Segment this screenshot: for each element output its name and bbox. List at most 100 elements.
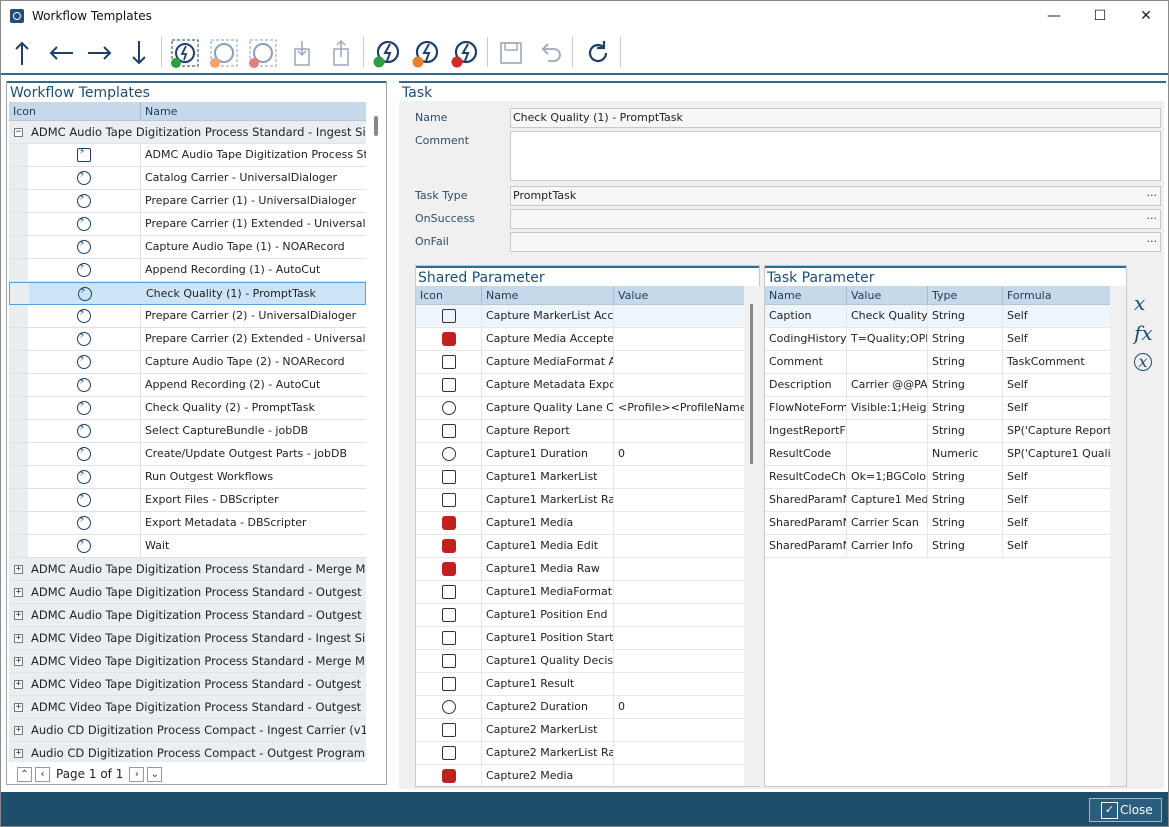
template-group[interactable]: + Audio CD Digitization Process Compact -… — [9, 719, 366, 742]
shared-scrollbar[interactable] — [744, 286, 760, 786]
task-param-row[interactable]: FlowNoteFormatVisible:1;HeightStringSelf — [765, 397, 1110, 420]
shared-param-row[interactable]: Capture1 Media Raw — [416, 558, 744, 581]
expand-icon[interactable]: + — [14, 610, 23, 620]
save-icon[interactable] — [493, 35, 529, 71]
add-task-icon[interactable] — [369, 35, 405, 71]
template-group[interactable]: + ADMC Video Tape Digitization Process St… — [9, 627, 366, 650]
task-param-row[interactable]: Comment String TaskComment — [765, 351, 1110, 374]
shared-param-row[interactable]: Capture MarkerList Accepted — [416, 305, 744, 328]
task-param-row[interactable]: SharedParamNameCarrier ScanStringSelf — [765, 512, 1110, 535]
task-row[interactable]: Catalog Carrier - UniversalDialoger — [9, 167, 366, 190]
task-row[interactable]: Export Metadata - DBScripter — [9, 512, 366, 535]
template-group[interactable]: + ADMC Video Tape Digitization Process St… — [9, 673, 366, 696]
move-left-icon[interactable] — [43, 35, 79, 71]
column-header-name[interactable]: Name — [141, 102, 366, 120]
shared-param-row[interactable]: Capture2 MarkerList Raw — [416, 742, 744, 765]
expand-icon[interactable]: + — [14, 748, 23, 758]
task-row[interactable]: ADMC Audio Tape Digitization Process Sta… — [9, 144, 366, 167]
task-row[interactable]: Export Files - DBScripter — [9, 489, 366, 512]
task-param-row[interactable]: Caption Check Quality (String Self — [765, 305, 1110, 328]
expand-icon[interactable]: + — [14, 725, 23, 735]
task-row[interactable]: Capture Audio Tape (2) - NOARecord — [9, 351, 366, 374]
shared-param-row[interactable]: Capture1 Position End — [416, 604, 744, 627]
task-param-row[interactable]: ResultCodeNumericSP('Capture1 Quality — [765, 443, 1110, 466]
close-window-button[interactable]: ✕ — [1123, 1, 1168, 31]
task-row[interactable]: Prepare Carrier (1) Extended - Universal… — [9, 213, 366, 236]
shared-param-row[interactable]: Capture1 Duration 0 — [416, 443, 744, 466]
expand-icon[interactable]: + — [14, 587, 23, 597]
shared-param-row[interactable]: Capture1 Media — [416, 512, 744, 535]
undo-icon[interactable] — [532, 35, 568, 71]
template-group[interactable]: + ADMC Audio Tape Digitization Process St… — [9, 581, 366, 604]
task-param-row[interactable]: CodingHistoryRuleT=Quality;OPN:StringSel… — [765, 328, 1110, 351]
tree-scrollbar[interactable] — [368, 102, 384, 762]
shared-param-row[interactable]: Capture Media Accepted — [416, 328, 744, 351]
delete-task-icon[interactable] — [447, 35, 483, 71]
template-group[interactable]: + Audio CD Digitization Process Compact -… — [9, 742, 366, 762]
delete-template-icon[interactable] — [245, 35, 281, 71]
task-row[interactable]: Prepare Carrier (2) Extended - Universal… — [9, 328, 366, 351]
expand-icon[interactable]: + — [14, 633, 23, 643]
refresh-icon[interactable] — [580, 35, 616, 71]
variable-icon[interactable]: 𝑥 — [1134, 291, 1145, 315]
move-up-icon[interactable] — [4, 35, 40, 71]
shared-param-row[interactable]: Capture1 Quality Decision — [416, 650, 744, 673]
task-row[interactable]: Prepare Carrier (1) - UniversalDialoger — [9, 190, 366, 213]
shared-param-row[interactable]: Capture Metadata Exported — [416, 374, 744, 397]
close-button[interactable]: Close — [1089, 798, 1162, 822]
task-row[interactable]: Capture Audio Tape (1) - NOARecord — [9, 236, 366, 259]
task-row[interactable]: Prepare Carrier (2) - UniversalDialoger — [9, 305, 366, 328]
move-right-icon[interactable] — [82, 35, 118, 71]
shared-param-row[interactable]: Capture1 Result — [416, 673, 744, 696]
shared-param-row[interactable]: Capture2 MarkerList — [416, 719, 744, 742]
template-group[interactable]: + ADMC Audio Tape Digitization Process St… — [9, 558, 366, 581]
shared-param-row[interactable]: Capture Report — [416, 420, 744, 443]
name-field[interactable]: Check Quality (1) - PromptTask — [510, 108, 1161, 128]
expand-icon[interactable]: + — [14, 656, 23, 666]
expand-icon[interactable]: + — [14, 564, 23, 574]
task-row[interactable]: Select CaptureBundle - jobDB — [9, 420, 366, 443]
prev-page-button[interactable]: ‹ — [35, 766, 50, 782]
on-fail-field[interactable]: ··· — [510, 232, 1161, 252]
add-template-icon[interactable] — [167, 35, 203, 71]
move-down-icon[interactable] — [121, 35, 157, 71]
import-icon[interactable] — [284, 35, 320, 71]
on-success-field[interactable]: ··· — [510, 209, 1161, 229]
template-group-expanded[interactable]: − ADMC Audio Tape Digitization Process S… — [9, 121, 366, 144]
expand-icon[interactable]: + — [14, 702, 23, 712]
shared-param-row[interactable]: Capture2 Media — [416, 765, 744, 788]
maximize-button[interactable]: ☐ — [1077, 1, 1123, 31]
task-row[interactable]: Check Quality (1) - PromptTask — [9, 282, 366, 305]
task-param-row[interactable]: SharedParamNameCarrier InfoStringSelf — [765, 535, 1110, 558]
shared-param-row[interactable]: Capture Quality Lane Config<Profile><Pro… — [416, 397, 744, 420]
collapse-icon[interactable]: − — [14, 127, 23, 137]
first-page-button[interactable]: ⌃ — [17, 766, 32, 782]
taskparam-scrollbar[interactable] — [1110, 286, 1126, 786]
comment-field[interactable] — [510, 131, 1161, 181]
template-group[interactable]: + ADMC Video Tape Digitization Process St… — [9, 696, 366, 719]
shared-param-row[interactable]: Capture2 Duration 0 — [416, 696, 744, 719]
task-row[interactable]: Create/Update Outgest Parts - jobDB — [9, 443, 366, 466]
next-page-button[interactable]: › — [129, 766, 145, 782]
task-row[interactable]: Run Outgest Workflows — [9, 466, 366, 489]
task-row[interactable]: Check Quality (2) - PromptTask — [9, 397, 366, 420]
expand-icon[interactable]: + — [14, 679, 23, 689]
task-param-row[interactable]: SharedParamNameCapture1 MediaStringSelf — [765, 489, 1110, 512]
task-param-row[interactable]: ResultCodeChoicesOk=1;BGColor:StringSelf — [765, 466, 1110, 489]
shared-param-row[interactable]: Capture MediaFormat Accepted — [416, 351, 744, 374]
edit-template-icon[interactable] — [206, 35, 242, 71]
template-group[interactable]: + ADMC Video Tape Digitization Process St… — [9, 650, 366, 673]
template-group[interactable]: + ADMC Audio Tape Digitization Process St… — [9, 604, 366, 627]
task-row[interactable]: Append Recording (1) - AutoCut — [9, 259, 366, 282]
edit-task-icon[interactable] — [408, 35, 444, 71]
shared-param-row[interactable]: Capture1 Media Edit — [416, 535, 744, 558]
last-page-button[interactable]: ⌄ — [147, 766, 163, 782]
function-icon[interactable]: fx — [1134, 321, 1153, 345]
expression-icon[interactable]: x — [1134, 353, 1152, 371]
shared-param-row[interactable]: Capture1 MarkerList Raw — [416, 489, 744, 512]
minimize-button[interactable]: — — [1031, 1, 1077, 31]
column-header-icon[interactable]: Icon — [9, 102, 141, 120]
shared-param-row[interactable]: Capture1 Position Start — [416, 627, 744, 650]
task-param-row[interactable]: Description Carrier @@PAR String Self — [765, 374, 1110, 397]
shared-param-row[interactable]: Capture1 MarkerList — [416, 466, 744, 489]
